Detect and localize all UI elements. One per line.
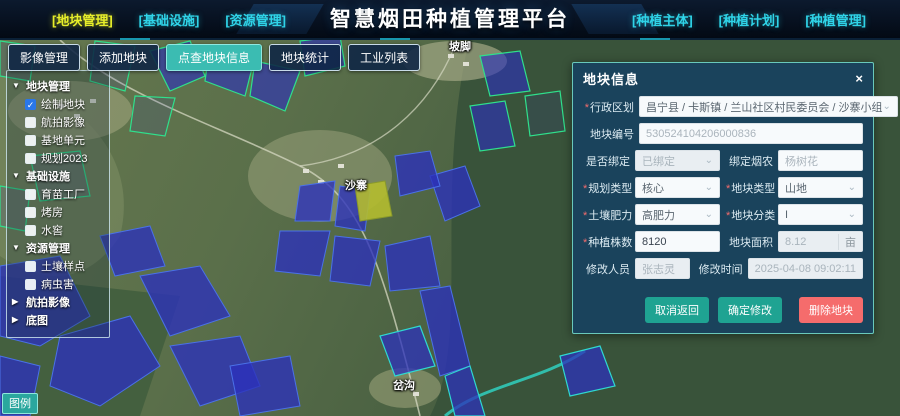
layer-water-cellar[interactable]: 水窖 — [12, 221, 104, 239]
layer-aerial-imagery[interactable]: 航拍影像 — [12, 113, 104, 131]
chevron-down-icon: ⌄ — [705, 156, 713, 166]
tree-group-aerial-imagery[interactable]: ▶ 航拍影像 — [12, 293, 104, 311]
layer-plan-2023[interactable]: 规划2023 — [12, 149, 104, 167]
caret-down-icon: ▼ — [12, 244, 21, 252]
field-label-area: 地块面积 — [726, 234, 778, 250]
field-label-admin-region: *行政区划 — [583, 99, 639, 115]
main-menu-left: [地块管理] [基础设施] [资源管理] — [52, 10, 286, 29]
confirm-modify-button[interactable]: 确定修改 — [718, 297, 782, 323]
map-toolbar: 影像管理 添加地块 点查地块信息 地块统计 工业列表 — [8, 44, 420, 71]
admin-region-select[interactable]: 昌宁县 / 卡斯镇 / 兰山社区村民委员会 / 沙寨小组⌄ — [639, 96, 898, 117]
plan-type-select[interactable]: 核心⌄ — [635, 177, 720, 198]
chevron-down-icon: ⌄ — [705, 210, 713, 220]
plot-class-select[interactable]: I⌄ — [778, 204, 863, 225]
menu-item-planting-subject[interactable]: [种植主体] — [632, 10, 693, 29]
field-label-plant-count: *种植株数 — [583, 234, 635, 250]
field-label-edit-time: 修改时间 — [696, 261, 748, 277]
area-input: 8.12亩 — [778, 231, 863, 252]
plot-code-input[interactable]: 530524104206000836 — [639, 123, 863, 144]
image-management-button[interactable]: 影像管理 — [8, 44, 80, 71]
legend-button[interactable]: 图例 — [2, 393, 38, 414]
layer-label: 烤房 — [41, 204, 63, 220]
layer-label: 育苗工厂 — [41, 186, 85, 202]
layer-label: 水窖 — [41, 222, 63, 238]
lock-status-select: 已绑定⌄ — [635, 150, 720, 171]
caret-down-icon: ▼ — [12, 172, 21, 180]
layer-seedling-factory[interactable]: 育苗工厂 — [12, 185, 104, 203]
tree-group-resource-management[interactable]: ▼ 资源管理 — [12, 239, 104, 257]
menu-item-infrastructure[interactable]: [基础设施] — [139, 10, 200, 29]
layer-draw-plots[interactable]: ✓ 绘制地块 — [12, 95, 104, 113]
tree-group-label: 地块管理 — [26, 78, 70, 94]
tree-group-label: 基础设施 — [26, 168, 70, 184]
checkbox-icon[interactable] — [25, 117, 36, 128]
menu-item-plot-management[interactable]: [地块管理] — [52, 10, 113, 29]
layer-curing-barn[interactable]: 烤房 — [12, 203, 104, 221]
checkbox-icon[interactable] — [25, 189, 36, 200]
checkbox-icon[interactable] — [25, 135, 36, 146]
field-label-soil-fertility: *土壤肥力 — [583, 207, 635, 223]
add-plot-button[interactable]: 添加地块 — [87, 44, 159, 71]
tree-group-label: 航拍影像 — [26, 294, 70, 310]
close-icon[interactable]: × — [855, 73, 863, 85]
field-label-farmer: 绑定烟农 — [726, 153, 778, 169]
layer-label: 土壤样点 — [41, 258, 85, 274]
chevron-down-icon: ⌄ — [848, 210, 856, 220]
chevron-down-icon: ⌄ — [883, 102, 891, 112]
layer-label: 病虫害 — [41, 276, 74, 292]
checkbox-icon[interactable] — [25, 225, 36, 236]
menu-item-resource-management[interactable]: [资源管理] — [225, 10, 286, 29]
field-label-lock-status: 是否绑定 — [583, 153, 635, 169]
industry-list-button[interactable]: 工业列表 — [348, 44, 420, 71]
app-window: .p { fill:#2c31bb; fill-opacity:.78; str… — [0, 0, 900, 416]
layer-pest-disease[interactable]: 病虫害 — [12, 275, 104, 293]
plot-info-panel: 地块信息 × *行政区划 昌宁县 / 卡斯镇 / 兰山社区村民委员会 / 沙寨小… — [572, 62, 874, 334]
checkbox-icon[interactable] — [25, 153, 36, 164]
tree-group-basemap[interactable]: ▶ 底图 — [12, 311, 104, 329]
checkbox-icon[interactable] — [25, 261, 36, 272]
plot-statistics-button[interactable]: 地块统计 — [269, 44, 341, 71]
main-menu-right: [种植主体] [种植计划] [种植管理] — [632, 10, 866, 29]
editor-input: 张志灵 — [635, 258, 690, 279]
menu-item-planting-plan[interactable]: [种植计划] — [719, 10, 780, 29]
edit-time-input: 2025-04-08 09:02:11 — [748, 258, 863, 279]
menu-item-planting-management[interactable]: [种植管理] — [805, 10, 866, 29]
layer-soil-sample-points[interactable]: 土壤样点 — [12, 257, 104, 275]
chevron-down-icon: ⌄ — [705, 183, 713, 193]
plot-type-select[interactable]: 山地⌄ — [778, 177, 863, 198]
checkbox-icon[interactable] — [25, 207, 36, 218]
query-plot-info-button[interactable]: 点查地块信息 — [166, 44, 262, 71]
layer-label: 绘制地块 — [41, 96, 85, 112]
layer-base-unit[interactable]: 基地单元 — [12, 131, 104, 149]
layer-label: 基地单元 — [41, 132, 85, 148]
field-label-plan-type: *规划类型 — [583, 180, 635, 196]
panel-title: 地块信息 — [583, 69, 639, 88]
field-label-plot-code: 地块编号 — [583, 126, 639, 142]
caret-right-icon: ▶ — [12, 316, 21, 324]
soil-fertility-select[interactable]: 高肥力⌄ — [635, 204, 720, 225]
field-label-plot-type: *地块类型 — [726, 180, 778, 196]
top-header: [地块管理] [基础设施] [资源管理] 智慧烟田种植管理平台 [种植主体] [… — [0, 0, 900, 40]
field-label-editor: 修改人员 — [583, 261, 635, 277]
layer-label: 规划2023 — [41, 150, 87, 166]
checkbox-icon[interactable] — [25, 279, 36, 290]
layer-label: 航拍影像 — [41, 114, 85, 130]
tree-group-label: 资源管理 — [26, 240, 70, 256]
tree-group-label: 底图 — [26, 312, 48, 328]
plant-count-input[interactable]: 8120 — [635, 231, 720, 252]
field-label-plot-class: *地块分类 — [726, 207, 778, 223]
layer-tree-panel: ▼ 地块管理 ✓ 绘制地块 航拍影像 基地单元 规划2023 ▼ 基础设施 育苗… — [6, 70, 110, 338]
delete-plot-button[interactable]: 删除地块 — [799, 297, 863, 323]
page-title: 智慧烟田种植管理平台 — [330, 3, 570, 33]
tree-group-plot-management[interactable]: ▼ 地块管理 — [12, 77, 104, 95]
area-unit: 亩 — [838, 234, 856, 250]
tree-group-infrastructure[interactable]: ▼ 基础设施 — [12, 167, 104, 185]
caret-right-icon: ▶ — [12, 298, 21, 306]
chevron-down-icon: ⌄ — [848, 183, 856, 193]
caret-down-icon: ▼ — [12, 82, 21, 90]
checkbox-checked-icon[interactable]: ✓ — [25, 99, 36, 110]
farmer-input: 杨树花 — [778, 150, 863, 171]
cancel-return-button[interactable]: 取消返回 — [645, 297, 709, 323]
